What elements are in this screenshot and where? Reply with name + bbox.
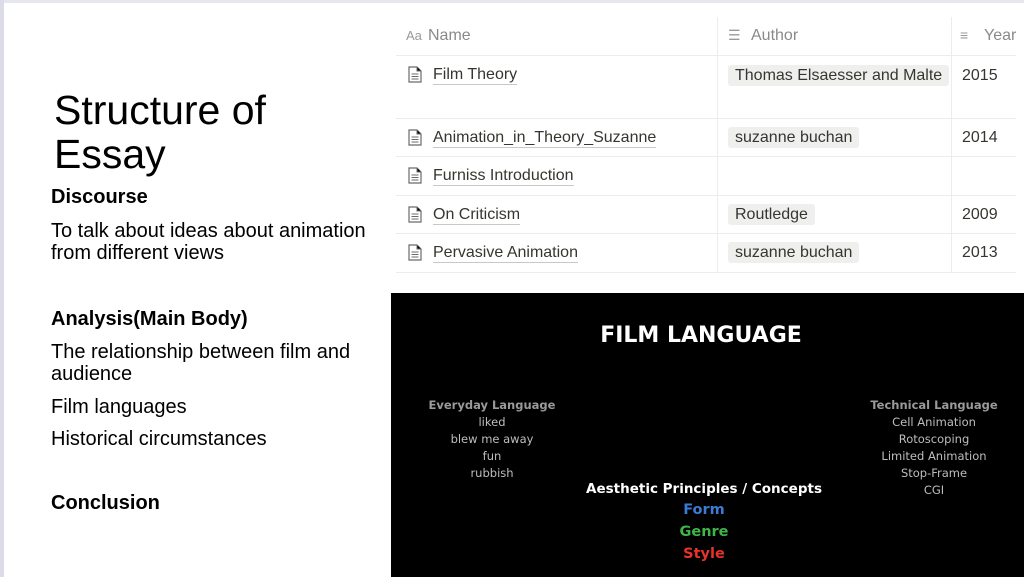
window-left-edge [0, 0, 4, 577]
name-cell[interactable]: Film Theory [396, 55, 718, 118]
year-cell[interactable]: 2014 [952, 118, 1016, 156]
film-language-title: FILM LANGUAGE [600, 323, 802, 348]
author-cell[interactable]: Routledge [718, 195, 952, 233]
row-year: 2013 [962, 244, 998, 261]
row-name[interactable]: Pervasive Animation [433, 243, 578, 263]
row-name[interactable]: Film Theory [433, 65, 518, 85]
everyday-item: liked [478, 415, 506, 429]
author-cell[interactable]: suzanne buchan [718, 118, 952, 156]
year-cell[interactable]: 2013 [952, 233, 1016, 272]
year-cell[interactable] [952, 156, 1016, 195]
name-cell[interactable]: Pervasive Animation [396, 233, 718, 272]
aesthetic-principles-heading: Aesthetic Principles / Concepts [586, 481, 822, 497]
author-tag: Thomas Elsaesser and Malte [728, 65, 950, 86]
table-row[interactable]: On Criticism Routledge 2009 [396, 195, 1016, 234]
author-tag: suzanne buchan [728, 242, 860, 263]
window-top-edge [0, 0, 1024, 3]
table-row[interactable]: Pervasive Animation suzanne buchan 2013 [396, 233, 1016, 273]
section-text-relationship: The relationship between film and audien… [51, 341, 351, 385]
row-year: 2009 [962, 206, 998, 223]
row-name[interactable]: Furniss Introduction [433, 166, 574, 186]
everyday-language-heading: Everyday Language [428, 398, 556, 412]
technical-item: Rotoscoping [898, 432, 970, 446]
aesthetic-principles-column: Aesthetic Principles / Concepts Form Gen… [391, 479, 1017, 565]
name-cell[interactable]: On Criticism [396, 195, 718, 233]
section-text-discourse: To talk about ideas about animation from… [51, 220, 366, 264]
table-row[interactable]: Furniss Introduction [396, 156, 1016, 196]
year-cell[interactable]: 2009 [952, 195, 1016, 233]
text-lines-icon: ≡ [960, 27, 969, 43]
column-header-author[interactable]: ☰ Author [718, 17, 952, 55]
document-icon [408, 244, 422, 261]
film-language-slide: FILM LANGUAGE Everyday Language liked bl… [391, 293, 1024, 577]
author-tag: Routledge [728, 204, 815, 225]
author-cell[interactable] [718, 156, 952, 195]
column-header-label: Name [428, 27, 471, 44]
everyday-language-column: Everyday Language liked blew me away fun… [423, 397, 561, 482]
table-header-row: Aa Name ☰ Author ≡ Year [396, 17, 1016, 56]
technical-language-heading: Technical Language [870, 398, 998, 412]
aesthetic-item-style: Style [683, 546, 725, 562]
section-text-historical: Historical circumstances [51, 428, 267, 450]
name-cell[interactable]: Animation_in_Theory_Suzanne [396, 118, 718, 156]
section-heading-discourse: Discourse [51, 186, 148, 208]
row-year: 2014 [962, 129, 998, 146]
author-cell[interactable]: suzanne buchan [718, 233, 952, 272]
technical-item: Cell Animation [892, 415, 976, 429]
section-heading-conclusion: Conclusion [51, 492, 160, 514]
name-cell[interactable]: Furniss Introduction [396, 156, 718, 195]
author-cell[interactable]: Thomas Elsaesser and Malte [718, 55, 952, 118]
document-icon [408, 167, 422, 184]
aesthetic-item-form: Form [683, 502, 725, 518]
author-tag: suzanne buchan [728, 127, 860, 148]
document-icon [408, 129, 422, 146]
everyday-item: blew me away [450, 432, 534, 446]
everyday-item: fun [482, 449, 502, 463]
column-header-label: Author [751, 27, 799, 44]
column-header-label: Year [984, 27, 1016, 44]
document-icon [408, 206, 422, 223]
row-name[interactable]: Animation_in_Theory_Suzanne [433, 128, 657, 148]
aesthetic-item-genre: Genre [679, 524, 729, 540]
section-heading-analysis: Analysis(Main Body) [51, 308, 248, 330]
aa-text-icon: Aa [406, 28, 422, 43]
slide-title: Structure of Essay [54, 87, 266, 177]
table-row[interactable]: Film Theory Thomas Elsaesser and Malte 2… [396, 55, 1016, 119]
column-header-name[interactable]: Aa Name [396, 17, 718, 55]
technical-item: Limited Animation [881, 449, 987, 463]
document-icon [408, 66, 422, 83]
column-header-year[interactable]: ≡ Year [952, 17, 1016, 55]
section-text-film-languages: Film languages [51, 396, 187, 418]
year-cell[interactable]: 2015 [952, 55, 1016, 118]
list-icon: ☰ [728, 27, 741, 43]
row-name[interactable]: On Criticism [433, 205, 521, 225]
reading-list-table: Aa Name ☰ Author ≡ Year Film Theory Thom… [396, 17, 1016, 275]
table-row[interactable]: Animation_in_Theory_Suzanne suzanne buch… [396, 118, 1016, 157]
row-year: 2015 [962, 67, 998, 84]
